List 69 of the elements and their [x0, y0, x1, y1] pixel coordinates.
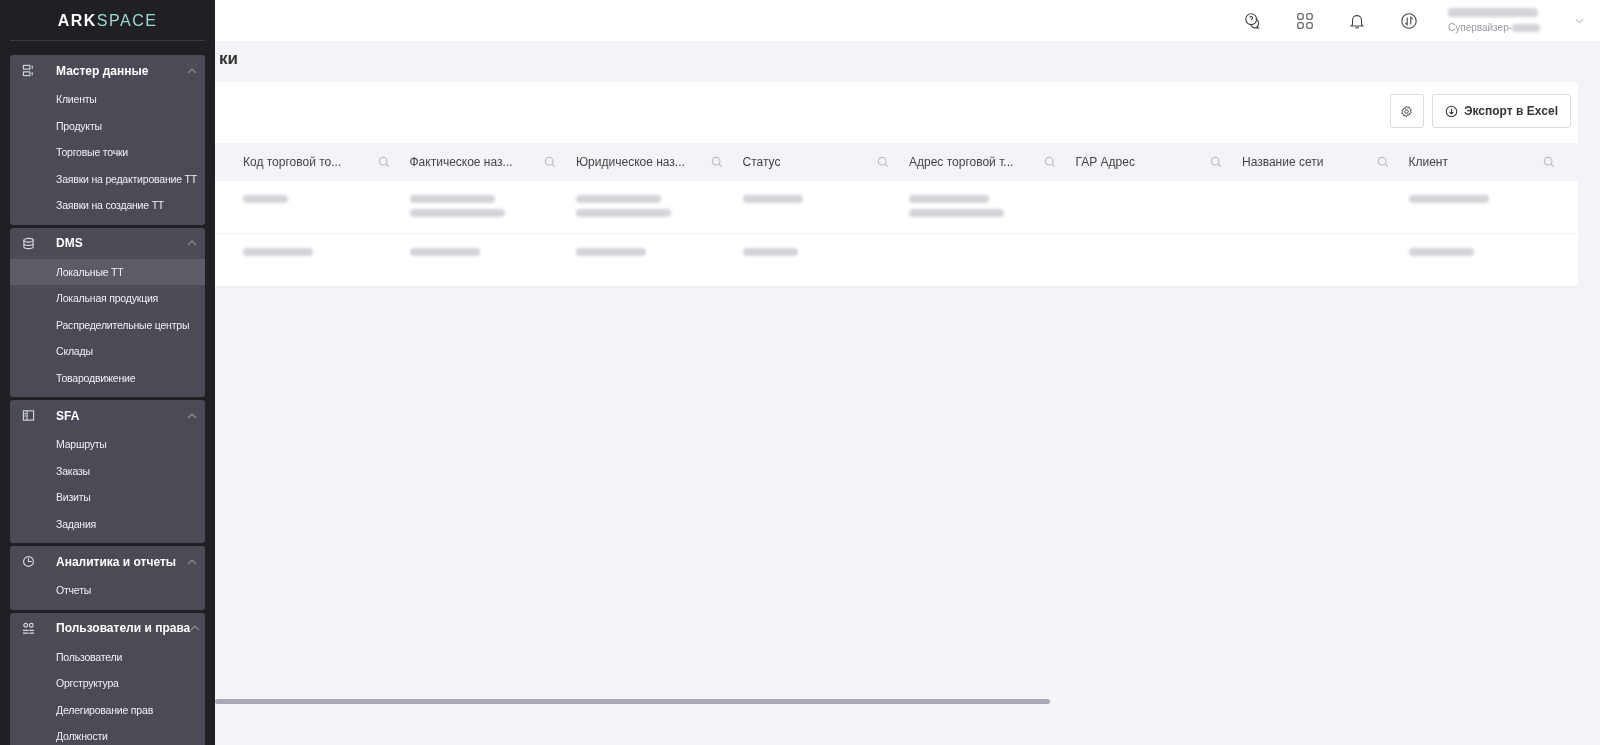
- column-title: Фактическое наз...: [409, 155, 513, 169]
- menu-group-header[interactable]: SFA: [10, 400, 205, 431]
- settings-icon: [1400, 104, 1414, 118]
- menu-item[interactable]: Пользователи: [10, 643, 205, 670]
- menu-item[interactable]: Должности: [10, 723, 205, 745]
- menu-group-header[interactable]: DMS: [10, 227, 205, 259]
- users-icon: [22, 621, 35, 635]
- column-title: Клиент: [1408, 155, 1448, 169]
- swap-arrows-icon[interactable]: [1400, 11, 1418, 30]
- search-icon[interactable]: [1210, 156, 1222, 168]
- column-title: Название сети: [1242, 155, 1324, 169]
- column-title: Код торговой то...: [243, 155, 342, 169]
- search-icon[interactable]: [1043, 156, 1056, 168]
- column-title: Юридическое наз...: [576, 155, 685, 169]
- search-icon[interactable]: [1376, 156, 1389, 168]
- menu-item[interactable]: Продукты: [10, 112, 205, 139]
- sidebar-panel-icon: [22, 409, 35, 422]
- chevron-icon: [187, 412, 197, 419]
- column-title: ГАР Адрес: [1075, 155, 1135, 169]
- redacted-text: [742, 195, 803, 203]
- help-chat-icon[interactable]: [1244, 11, 1262, 30]
- redacted-text: [243, 195, 288, 203]
- chevron-icon: [187, 240, 197, 246]
- menu-item[interactable]: Локальные ТТ: [10, 258, 205, 285]
- menu-item[interactable]: Визиты: [10, 484, 205, 511]
- logo: ARKSPACE: [56, 11, 159, 31]
- menu-item[interactable]: Заявки на редактирование ТТ: [10, 165, 205, 192]
- menu-item[interactable]: Клиенты: [10, 86, 205, 113]
- search-icon[interactable]: [544, 156, 556, 168]
- redacted-text: [1512, 23, 1541, 32]
- menu-item[interactable]: Локальная продукция: [10, 285, 205, 312]
- menu-item[interactable]: Маршруты: [10, 431, 205, 458]
- menu-item[interactable]: Задания: [10, 510, 205, 537]
- menu-group-header[interactable]: Аналитика и отчеты: [10, 546, 205, 577]
- search-icon[interactable]: [877, 156, 889, 168]
- menu-item[interactable]: Товародвижение: [10, 364, 205, 391]
- menu-item[interactable]: Склады: [10, 338, 205, 365]
- column-title: Адрес торговой т...: [909, 155, 1014, 169]
- menu-item[interactable]: Делегирование прав: [10, 696, 205, 723]
- menu-item[interactable]: Распределительные центры: [10, 311, 205, 338]
- user-role: Супервайзер-: [1448, 22, 1513, 33]
- menu-item[interactable]: Оргструктура: [10, 670, 205, 697]
- database-icon: [22, 236, 35, 250]
- menu-group-header[interactable]: Пользователи и права: [10, 612, 205, 644]
- chevron-down-icon[interactable]: [1575, 17, 1584, 24]
- menu-group-header[interactable]: Мастер данные: [10, 55, 205, 86]
- export-button[interactable]: Экспорт в Excel: [1431, 94, 1571, 128]
- menu-item[interactable]: Отчеты: [10, 577, 205, 604]
- search-icon[interactable]: [377, 156, 390, 168]
- scrollbar-thumb[interactable]: [215, 699, 1050, 704]
- search-icon[interactable]: [1543, 156, 1555, 168]
- search-icon[interactable]: [710, 156, 723, 168]
- redacted-text: [742, 248, 798, 256]
- page-title: ки: [219, 49, 239, 70]
- settings-button[interactable]: [1389, 94, 1424, 128]
- column-title: Статус: [742, 155, 781, 169]
- download-icon: [1444, 104, 1458, 118]
- menu-item[interactable]: Торговые точки: [10, 139, 205, 166]
- redacted-text: [1408, 248, 1474, 256]
- list-icon: [22, 64, 35, 77]
- apps-grid-icon[interactable]: [1296, 11, 1314, 30]
- chevron-icon: [190, 625, 201, 631]
- menu-item[interactable]: Заказы: [10, 457, 205, 484]
- chevron-icon: [187, 558, 197, 565]
- chevron-icon: [187, 67, 197, 74]
- redacted-text: [243, 248, 313, 256]
- redacted-text: [409, 248, 480, 256]
- redacted-text: [576, 248, 646, 256]
- menu-item[interactable]: Заявки на создание ТТ: [10, 192, 205, 219]
